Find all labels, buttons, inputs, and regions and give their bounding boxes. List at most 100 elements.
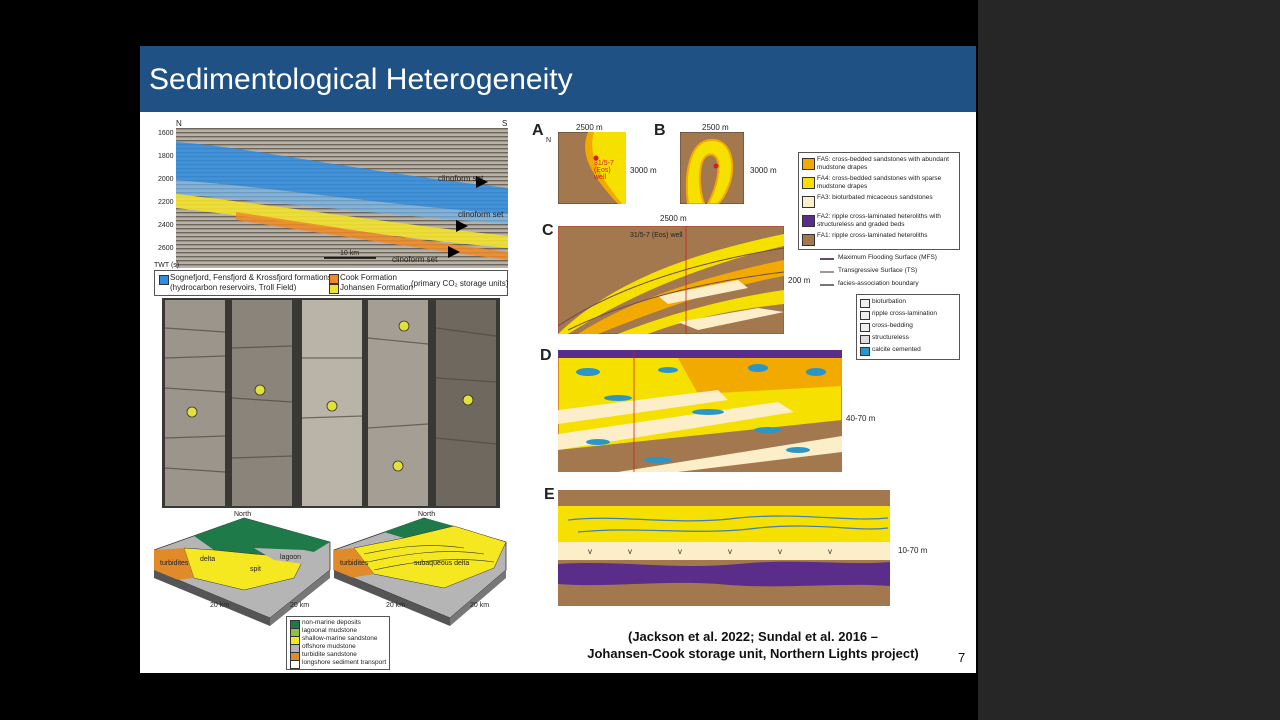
legend-swatch [802,196,815,208]
block-north: North [418,511,436,518]
legend-cook: Cook Formation [340,273,397,282]
legend-label: FA2: ripple cross-laminated heteroliths … [817,213,941,228]
legend-swatch [329,284,339,294]
legend-label: cross-bedding [872,322,913,329]
seismic-north: N [176,119,182,128]
axis-label: TWT (s) [154,262,180,269]
legend-line [820,284,834,286]
panel-label-e: E [544,486,555,503]
legend-sognefjord-note: (hydrocarbon reservoirs, Troll Field) [170,283,297,292]
core-photo-strip [162,298,500,508]
symbol-legend: bioturbation ripple cross-lamination cross… [856,294,960,360]
legend-label: lagoonal mudstone [302,627,357,634]
page-number: 7 [958,650,966,665]
seismic-legend: Sognefjord, Fensfjord & Krossfjord forma… [154,270,508,296]
svg-text:v: v [628,547,632,556]
legend-swatch [860,335,870,344]
scale-bar-label: 10 km [340,250,360,257]
panel-label-d: D [540,347,552,364]
block-diagram-pair [154,517,507,626]
legend-swatch [860,311,870,320]
legend-swatch [860,299,870,308]
legend-label: FA1: ripple cross-laminated heteroliths [817,232,928,239]
svg-text:v: v [828,547,832,556]
title-bar: Sedimentological Heterogeneity [140,46,976,112]
dim-c-width: 2500 m [660,214,687,223]
depth-tick: 1800 [158,153,174,160]
legend-swatch [860,347,870,356]
legend-swatch [802,158,815,170]
svg-text:v: v [778,547,782,556]
north-label: N [546,137,552,144]
legend-swatch [802,177,815,189]
block-label: spit [250,566,261,573]
panel-label-b: B [654,122,666,139]
dim-c-height: 200 m [788,276,811,285]
seismic-image [176,128,508,268]
legend-label: ripple cross-lamination [872,310,938,317]
slide-title: Sedimentological Heterogeneity [149,63,573,96]
legend-label: FA4: cross-bedded sandstones with sparse… [817,175,942,190]
legend-swatch [802,234,815,246]
legend-swatch [860,323,870,332]
depth-tick: 1600 [158,130,174,137]
svg-text:v: v [728,547,732,556]
dim-d-height: 40-70 m [846,414,876,423]
legend-label: Maximum Flooding Surface (MFS) [838,254,937,261]
legend-swatch [329,274,339,284]
legend-line [820,271,834,273]
block-scale: 20 km [470,602,490,609]
legend-label: longshore sediment transport [302,659,387,666]
dim-a-height: 3000 m [630,166,657,175]
clinoform-label: clinoform set [392,255,438,264]
dim-e-height: 10-70 m [898,546,928,555]
legend-label: calcite cemented [872,346,921,353]
side-panel [978,0,1280,720]
seismic-south: S [502,119,508,128]
depth-tick: 2000 [158,176,174,183]
block-scale: 20 km [386,602,406,609]
block-legend: non-marine deposits lagoonal mudstone shal… [286,616,390,670]
map-b [680,132,744,204]
legend-label: FA5: cross-bedded sandstones with abunda… [817,156,949,171]
svg-text:v: v [588,547,592,556]
depth-tick: 2400 [158,222,174,229]
citation: (Jackson et al. 2022; Sundal et al. 2016… [568,628,938,662]
surface-legend: Maximum Flooding Surface (MFS) Transgress… [820,250,958,290]
block-label: turbidites [160,560,189,567]
block-label: lagoon [280,554,302,561]
svg-text:v: v [678,547,682,556]
legend-storage-note: (primary CO₂ storage units) [411,279,509,288]
legend-line [820,258,834,260]
cross-section-d [558,350,842,472]
block-scale: 20 km [290,602,310,609]
legend-swatch [290,660,300,669]
legend-label: non-marine deposits [302,619,361,626]
dim-b-width: 2500 m [702,123,729,132]
legend-swatch [159,275,169,285]
cross-section-e: vvvvvv [558,490,890,606]
legend-label: turbidite sandstone [302,651,357,658]
block-north: North [234,511,252,518]
well-label-a: 31/5-7 (Eos) well [594,160,614,181]
legend-johansen: Johansen Formation [340,283,413,292]
legend-label: Transgressive Surface (TS) [838,267,918,274]
legend-label: facies-association boundary [838,280,919,287]
depth-tick: 2600 [158,245,174,252]
facies-legend: FA5: cross-bedded sandstones with abunda… [798,152,960,250]
depth-tick: 2200 [158,199,174,206]
legend-label: shallow-marine sandstone [302,635,378,642]
clinoform-label: clinoform set [458,210,504,219]
panel-label-c: C [542,222,554,239]
block-label: subaqueous delta [414,560,470,567]
block-label: delta [200,556,216,563]
legend-sognefjord: Sognefjord, Fensfjord & Krossfjord forma… [170,273,332,282]
clinoform-label: clinoform set [438,174,484,183]
legend-swatch [802,215,815,227]
panel-label-a: A [532,122,544,139]
cross-section-c [558,226,784,334]
legend-label: offshore mudstone [302,643,356,650]
citation-line: Johansen-Cook storage unit, Northern Lig… [587,646,919,661]
legend-label: structureless [872,334,909,341]
legend-label: FA3: bioturbated micaceous sandstones [817,194,933,201]
